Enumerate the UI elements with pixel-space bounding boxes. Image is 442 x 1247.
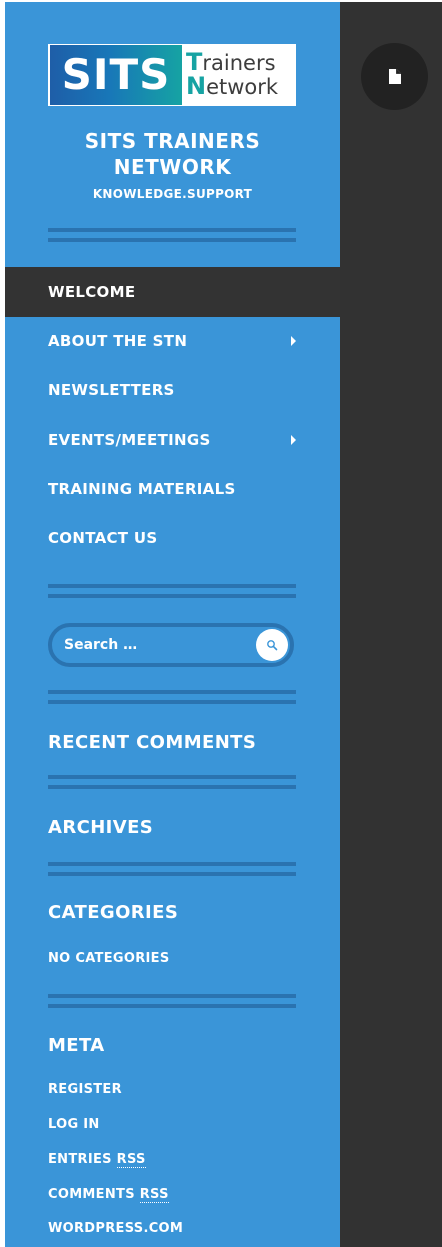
meta-link-wordpress[interactable]: WORDPRESS.COM: [48, 1221, 183, 1236]
nav-item-training-materials[interactable]: TRAINING MATERIALS: [5, 464, 340, 514]
meta-link-text: WORDPRESS.COM: [48, 1221, 184, 1236]
search-icon: [267, 640, 278, 651]
meta-link-text: COMMENTS: [48, 1187, 140, 1202]
divider: [48, 775, 296, 792]
divider: [48, 584, 296, 601]
divider: [48, 228, 296, 245]
meta-link-comments-rss[interactable]: COMMENTS RSS: [48, 1187, 169, 1203]
nav-item-contact[interactable]: CONTACT US: [5, 513, 340, 563]
nav-item-label: CONTACT US: [48, 529, 158, 547]
divider: [48, 994, 296, 1011]
caret-right-icon: [291, 435, 296, 445]
nav-item-about[interactable]: ABOUT THE STN: [5, 316, 340, 366]
nav-item-label: TRAINING MATERIALS: [48, 480, 236, 498]
caret-right-icon: [291, 336, 296, 346]
nav-item-newsletters[interactable]: NEWSLETTERS: [5, 365, 340, 415]
logo-sits-text: SITS: [50, 45, 182, 105]
meta-link-text: ENTRIES: [48, 1152, 117, 1167]
nav-item-label: WELCOME: [48, 283, 136, 301]
site-title-line1: SITS TRAINERS: [84, 129, 261, 153]
logo-line-network: Network: [186, 72, 279, 100]
meta-link-text: REGISTER: [48, 1082, 122, 1097]
recent-comments-title: RECENT COMMENTS: [48, 732, 257, 753]
nav-item-label: EVENTS/MEETINGS: [48, 431, 211, 449]
sidebar: SITS Trainers Network SITS TRAINERS NETW…: [5, 2, 340, 1247]
meta-title: META: [48, 1035, 105, 1056]
rss-abbreviation: RSS: [116, 1152, 146, 1168]
page: SITS Trainers Network SITS TRAINERS NETW…: [0, 0, 442, 1247]
search-button[interactable]: [256, 629, 288, 661]
meta-link-entries-rss[interactable]: ENTRIES RSS: [48, 1152, 146, 1168]
content-area: [340, 2, 442, 1247]
nav-item-welcome[interactable]: WELCOME: [5, 267, 340, 317]
logo-line2-rest: etwork: [206, 75, 279, 99]
meta-link-login[interactable]: LOG IN: [48, 1117, 100, 1132]
site-title[interactable]: SITS TRAINERS NETWORK: [5, 128, 340, 180]
nav-item-events[interactable]: EVENTS/MEETINGS: [5, 415, 340, 465]
search-form: [48, 623, 294, 667]
post-format-badge[interactable]: [361, 43, 428, 110]
meta-link-text: LOG IN: [48, 1117, 100, 1132]
rss-abbreviation: RSS: [139, 1187, 169, 1203]
site-title-line2: NETWORK: [113, 155, 232, 179]
meta-link-register[interactable]: REGISTER: [48, 1082, 122, 1097]
nav-item-label: ABOUT THE STN: [48, 332, 188, 350]
site-logo[interactable]: SITS Trainers Network: [48, 44, 296, 106]
logo-trainers-network: Trainers Network: [182, 50, 296, 100]
document-icon: [388, 69, 401, 84]
search-input[interactable]: [52, 636, 256, 654]
nav-item-label: NEWSLETTERS: [48, 381, 175, 399]
archives-title: ARCHIVES: [48, 817, 154, 838]
site-tagline: KNOWLEDGE.SUPPORT: [92, 187, 253, 201]
divider: [48, 690, 296, 707]
logo-line1-rest: rainers: [202, 51, 276, 75]
no-categories-text: NO CATEGORIES: [48, 951, 170, 966]
divider: [48, 862, 296, 879]
categories-title: CATEGORIES: [48, 902, 179, 923]
